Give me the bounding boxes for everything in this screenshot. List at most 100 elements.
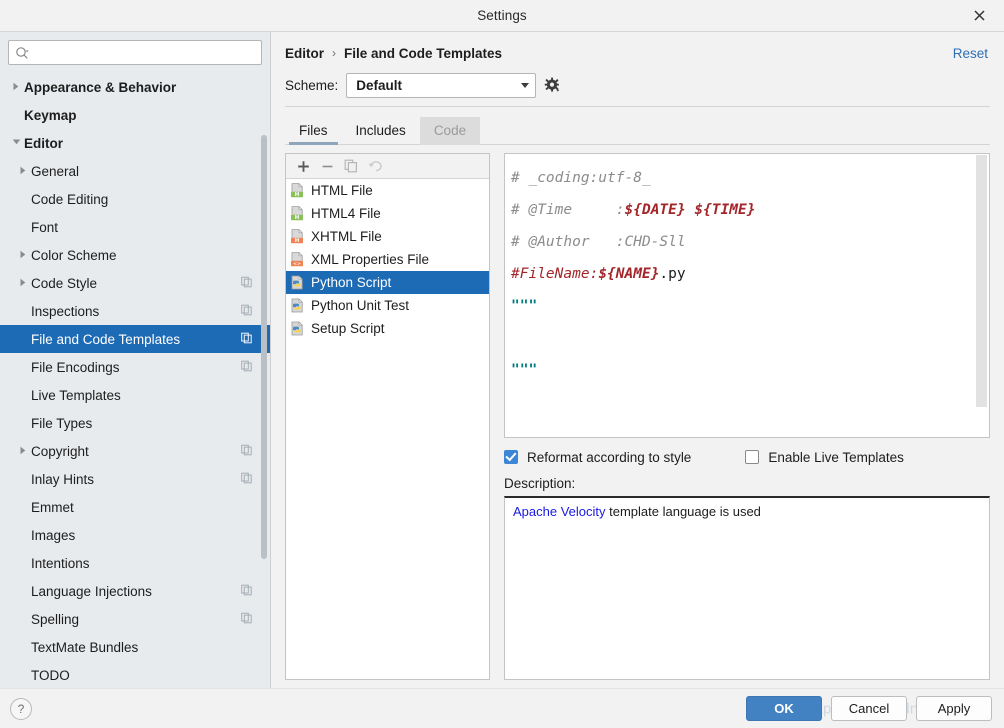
- breadcrumb-separator-icon: ›: [332, 46, 336, 60]
- chevron-right-icon[interactable]: [8, 82, 24, 93]
- template-list[interactable]: H HTML File H HTML4 File H XHTML File <> XML Pr…: [286, 179, 489, 679]
- sidebar-item-language-injections[interactable]: Language Injections: [0, 577, 270, 605]
- code-token: # _coding:utf-8_: [511, 170, 651, 186]
- template-list-toolbar: [286, 154, 489, 179]
- code-token: ${DATE} ${TIME}: [624, 202, 756, 218]
- close-icon[interactable]: [964, 0, 994, 31]
- search-box[interactable]: [8, 40, 262, 65]
- scheme-selected-value: Default: [356, 77, 403, 93]
- sidebar-item-file-types[interactable]: File Types: [0, 409, 270, 437]
- sidebar-item-textmate-bundles[interactable]: TextMate Bundles: [0, 633, 270, 661]
- sidebar-item-intentions[interactable]: Intentions: [0, 549, 270, 577]
- ok-button[interactable]: OK: [746, 696, 822, 721]
- template-tabs: Files Includes Code: [285, 112, 996, 145]
- chevron-down-icon[interactable]: [8, 138, 24, 148]
- sidebar-item-inlay-hints[interactable]: Inlay Hints: [0, 465, 270, 493]
- search-icon: [15, 46, 29, 60]
- tab-code: Code: [419, 117, 481, 145]
- sidebar-item-file-and-code-templates[interactable]: File and Code Templates: [0, 325, 270, 353]
- svg-text:H: H: [295, 238, 300, 244]
- sidebar-item-keymap[interactable]: Keymap: [0, 101, 270, 129]
- svg-text:H: H: [295, 215, 300, 221]
- sidebar-scrollbar[interactable]: [261, 71, 267, 688]
- template-list-item-label: Python Script: [311, 275, 392, 290]
- template-code-editor[interactable]: # _coding:utf-8_ # @Time :${DATE} ${TIME}…: [504, 153, 990, 438]
- add-template-button[interactable]: [292, 156, 314, 177]
- sidebar-item-label: Code Editing: [31, 191, 109, 207]
- sidebar-item-file-encodings[interactable]: File Encodings: [0, 353, 270, 381]
- sidebar-item-code-style[interactable]: Code Style: [0, 269, 270, 297]
- project-scope-icon: [241, 444, 252, 459]
- chevron-right-icon[interactable]: [15, 446, 31, 457]
- chevron-right-icon[interactable]: [15, 166, 31, 177]
- reformat-checkbox[interactable]: [504, 450, 518, 464]
- sidebar-item-code-editing[interactable]: Code Editing: [0, 185, 270, 213]
- sidebar-item-label: Emmet: [31, 499, 74, 515]
- sidebar-item-font[interactable]: Font: [0, 213, 270, 241]
- code-line-4: #FileName:${NAME}.py: [511, 258, 989, 290]
- breadcrumb: Editor › File and Code Templates Reset: [285, 38, 996, 68]
- help-icon[interactable]: ?: [10, 697, 32, 720]
- template-list-item-xml-properties-file[interactable]: <> XML Properties File: [286, 248, 489, 271]
- reset-link[interactable]: Reset: [953, 46, 996, 61]
- sidebar-item-emmet[interactable]: Emmet: [0, 493, 270, 521]
- sidebar-item-label: TODO: [31, 667, 70, 683]
- settings-detail-pane: Editor › File and Code Templates Reset S…: [271, 32, 1004, 688]
- window-titlebar: Settings: [0, 0, 1004, 32]
- code-token: # @Time :: [511, 202, 625, 218]
- sidebar-item-images[interactable]: Images: [0, 521, 270, 549]
- sidebar-item-label: Inlay Hints: [31, 471, 95, 487]
- sidebar-item-spelling[interactable]: Spelling: [0, 605, 270, 633]
- sidebar-item-label: General: [31, 163, 80, 179]
- description-text: template language is used: [605, 504, 761, 519]
- code-editor-scrollbar-thumb[interactable]: [976, 155, 987, 407]
- description-box: Apache Velocity template language is use…: [504, 496, 990, 680]
- template-list-item-label: Setup Script: [311, 321, 385, 336]
- template-list-item-html4-file[interactable]: H HTML4 File: [286, 202, 489, 225]
- sidebar-item-label: Font: [31, 219, 59, 235]
- sidebar-item-label: File and Code Templates: [31, 331, 181, 347]
- template-list-item-xhtml-file[interactable]: H XHTML File: [286, 225, 489, 248]
- code-editor-scrollbar[interactable]: [975, 155, 988, 436]
- reformat-checkbox-label[interactable]: Reformat according to style: [527, 450, 691, 465]
- sidebar-item-copyright[interactable]: Copyright: [0, 437, 270, 465]
- remove-template-button[interactable]: [316, 156, 338, 177]
- code-line-1: # _coding:utf-8_: [511, 162, 989, 194]
- sidebar-item-todo[interactable]: TODO: [0, 661, 270, 688]
- live-templates-checkbox[interactable]: [745, 450, 760, 464]
- sidebar-item-color-scheme[interactable]: Color Scheme: [0, 241, 270, 269]
- template-list-item-python-script[interactable]: Python Script: [286, 271, 489, 294]
- xml-file-icon: <>: [290, 252, 305, 267]
- sidebar-item-live-templates[interactable]: Live Templates: [0, 381, 270, 409]
- sidebar-item-label: File Encodings: [31, 359, 120, 375]
- template-list-item-setup-script[interactable]: Setup Script: [286, 317, 489, 340]
- chevron-right-icon[interactable]: [15, 278, 31, 289]
- sidebar-item-label: Language Injections: [31, 583, 152, 599]
- sidebar-item-inspections[interactable]: Inspections: [0, 297, 270, 325]
- apply-button[interactable]: Apply: [916, 696, 992, 721]
- scheme-dropdown[interactable]: Default: [346, 72, 537, 98]
- template-list-item-html-file[interactable]: H HTML File: [286, 179, 489, 202]
- chevron-down-icon: [521, 82, 530, 88]
- template-list-item-python-unit-test[interactable]: Python Unit Test: [286, 294, 489, 317]
- live-templates-checkbox-label[interactable]: Enable Live Templates: [768, 450, 904, 465]
- sidebar-item-editor[interactable]: Editor: [0, 129, 270, 157]
- html-file-icon: H: [290, 183, 305, 198]
- search-input[interactable]: [33, 44, 255, 61]
- tab-files[interactable]: Files: [285, 117, 342, 145]
- copy-icon: [340, 156, 362, 177]
- cancel-button[interactable]: Cancel: [831, 696, 907, 721]
- tab-includes[interactable]: Includes: [342, 117, 420, 145]
- sidebar-scrollbar-thumb[interactable]: [261, 135, 267, 559]
- chevron-right-icon[interactable]: [15, 250, 31, 261]
- sidebar-item-appearance-behavior[interactable]: Appearance & Behavior: [0, 73, 270, 101]
- sidebar-item-label: Spelling: [31, 611, 80, 627]
- breadcrumb-item-editor[interactable]: Editor: [285, 46, 324, 61]
- gear-icon[interactable]: [544, 77, 561, 94]
- html-file-icon: H: [290, 206, 305, 221]
- apache-velocity-link[interactable]: Apache Velocity: [513, 504, 606, 519]
- sidebar-item-general[interactable]: General: [0, 157, 270, 185]
- sidebar-item-label: Keymap: [24, 107, 77, 123]
- scheme-label: Scheme:: [285, 77, 339, 93]
